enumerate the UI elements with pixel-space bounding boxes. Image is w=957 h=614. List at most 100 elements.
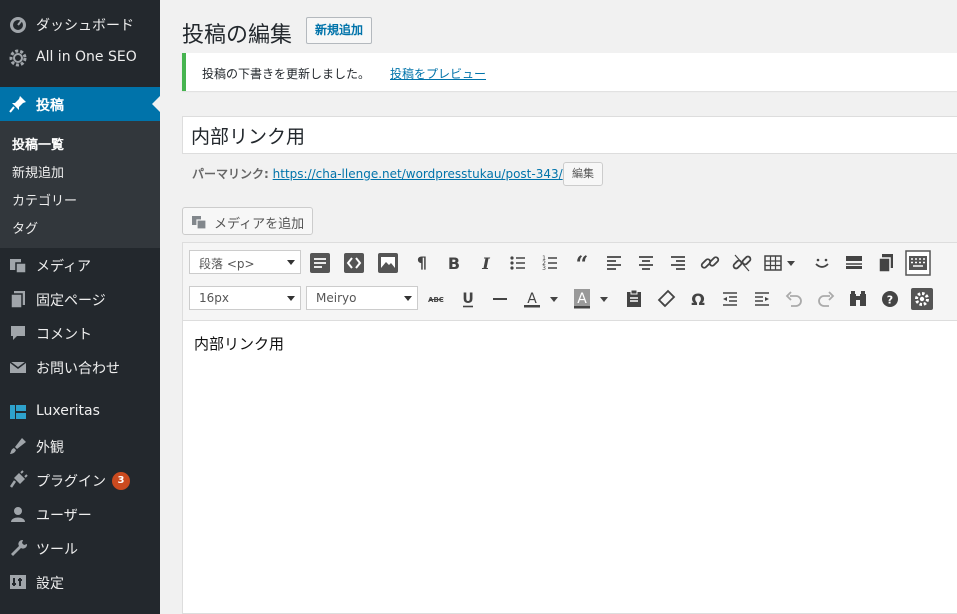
- image-button[interactable]: [375, 250, 401, 276]
- italic-icon: I: [481, 254, 490, 273]
- code-button[interactable]: [341, 250, 367, 276]
- svg-text:Ω: Ω: [691, 290, 705, 309]
- clear-formatting-button[interactable]: [653, 286, 679, 312]
- table-icon: [764, 255, 795, 271]
- menu-users[interactable]: ユーザー: [0, 497, 160, 531]
- insert-link-button[interactable]: [697, 250, 723, 276]
- outdent-button[interactable]: [717, 286, 743, 312]
- svg-text:?: ?: [887, 294, 893, 307]
- special-character-button[interactable]: Ω: [685, 286, 711, 312]
- help-icon: ?: [882, 291, 898, 307]
- align-right-button[interactable]: [665, 250, 691, 276]
- menu-luxeritas[interactable]: Luxeritas: [0, 395, 160, 429]
- table-button[interactable]: [761, 250, 801, 276]
- mail-icon: [9, 361, 27, 373]
- submenu-categories[interactable]: カテゴリー: [12, 190, 77, 209]
- chevron-down-icon: [404, 296, 412, 301]
- horizontal-line-button[interactable]: [487, 286, 513, 312]
- permalink: パーマリンク: https://cha-llenge.net/wordpress…: [192, 165, 563, 182]
- indent-icon: [755, 292, 769, 306]
- align-center-button[interactable]: [633, 250, 659, 276]
- menu-posts[interactable]: 投稿: [0, 87, 160, 121]
- menu-label: 外観: [36, 440, 64, 456]
- brush-icon: [10, 438, 26, 454]
- help-button[interactable]: ?: [877, 286, 903, 312]
- menu-comments[interactable]: コメント: [0, 316, 160, 350]
- bullet-list-button[interactable]: [505, 250, 531, 276]
- redo-button[interactable]: [813, 286, 839, 312]
- add-media-button[interactable]: メディアを追加: [182, 207, 313, 235]
- strikethrough-button[interactable]: ABC: [423, 286, 449, 312]
- underline-button[interactable]: U: [455, 286, 481, 312]
- post-title-input[interactable]: 内部リンク用: [182, 116, 957, 154]
- numbered-list-button[interactable]: 123: [537, 250, 563, 276]
- admin-sidebar: ダッシュボード All in One SEO 投稿 投稿一覧 新規追加 カテゴリ…: [0, 0, 160, 614]
- strikethrough-icon: ABC: [428, 296, 444, 304]
- undo-button[interactable]: [781, 286, 807, 312]
- svg-text:A: A: [577, 291, 587, 307]
- post-body-content[interactable]: 内部リンク用: [194, 333, 284, 354]
- format-select[interactable]: 段落 <p>: [189, 250, 301, 274]
- paragraph-button[interactable]: ¶: [409, 250, 435, 276]
- page-break-button[interactable]: [873, 250, 899, 276]
- permalink-url[interactable]: https://cha-llenge.net/wordpresstukau/po…: [273, 167, 563, 181]
- align-left-button[interactable]: [601, 250, 627, 276]
- read-more-button[interactable]: [841, 250, 867, 276]
- unlink-icon: [732, 254, 752, 272]
- menu-label: 設定: [36, 576, 64, 592]
- editor-settings-button[interactable]: [909, 286, 935, 312]
- menu-plugins[interactable]: プラグイン 3: [0, 463, 160, 497]
- svg-text:B: B: [448, 254, 460, 273]
- add-media-label: メディアを追加: [214, 217, 305, 232]
- font-size-select-value: 16px: [199, 291, 229, 305]
- link-icon: [700, 256, 720, 269]
- menu-settings[interactable]: 設定: [0, 565, 160, 599]
- submenu-all-posts[interactable]: 投稿一覧: [12, 134, 64, 153]
- bold-button[interactable]: B: [441, 250, 467, 276]
- menu-appearance[interactable]: 外観: [0, 429, 160, 463]
- indent-button[interactable]: [749, 286, 775, 312]
- blockquote-button[interactable]: “: [569, 250, 595, 276]
- quote-icon: “: [576, 252, 589, 276]
- keyboard-icon: [905, 250, 931, 276]
- menu-label: ユーザー: [36, 508, 92, 524]
- smiley-icon: [815, 258, 829, 268]
- permalink-slug: post-343: [505, 167, 559, 181]
- toolbar-toggle-button[interactable]: [307, 250, 333, 276]
- unlink-button[interactable]: [729, 250, 755, 276]
- permalink-edit-button[interactable]: 編集: [563, 162, 603, 186]
- format-select-value: 段落 <p>: [199, 257, 255, 271]
- emoticon-button[interactable]: [809, 250, 835, 276]
- plugin-update-badge: 3: [112, 472, 130, 490]
- preview-link[interactable]: 投稿をプレビュー: [390, 65, 486, 82]
- bullet-list-icon: [510, 256, 525, 270]
- text-color-button[interactable]: A: [519, 286, 559, 312]
- media-icon: [192, 216, 207, 230]
- submenu-add-new[interactable]: 新規追加: [12, 162, 64, 181]
- menu-label: 投稿: [36, 98, 64, 114]
- paste-text-button[interactable]: [621, 286, 647, 312]
- align-right-icon: [671, 256, 685, 270]
- font-family-select[interactable]: Meiryo: [306, 286, 418, 310]
- menu-all-in-one-seo[interactable]: All in One SEO: [0, 41, 160, 75]
- italic-button[interactable]: I: [473, 250, 499, 276]
- menu-pages[interactable]: 固定ページ: [0, 282, 160, 316]
- find-replace-button[interactable]: [845, 286, 871, 312]
- font-family-select-value: Meiryo: [316, 291, 357, 305]
- menu-contact[interactable]: お問い合わせ: [0, 350, 160, 384]
- keyboard-button[interactable]: [905, 250, 931, 276]
- submenu-tags[interactable]: タグ: [12, 218, 38, 237]
- align-left-icon: [607, 256, 621, 270]
- font-size-select[interactable]: 16px: [189, 286, 301, 310]
- bold-icon: B: [448, 254, 460, 273]
- menu-dashboard[interactable]: ダッシュボード: [0, 7, 160, 41]
- page-break-icon: [878, 254, 893, 273]
- binoculars-icon: [850, 291, 866, 306]
- grid-icon: [10, 405, 26, 419]
- media-icon: [10, 259, 27, 274]
- background-color-button[interactable]: A: [569, 286, 609, 312]
- menu-media[interactable]: メディア: [0, 248, 160, 282]
- text-color-icon: A: [524, 291, 558, 308]
- menu-tools[interactable]: ツール: [0, 531, 160, 565]
- add-new-button[interactable]: 新規追加: [306, 17, 373, 44]
